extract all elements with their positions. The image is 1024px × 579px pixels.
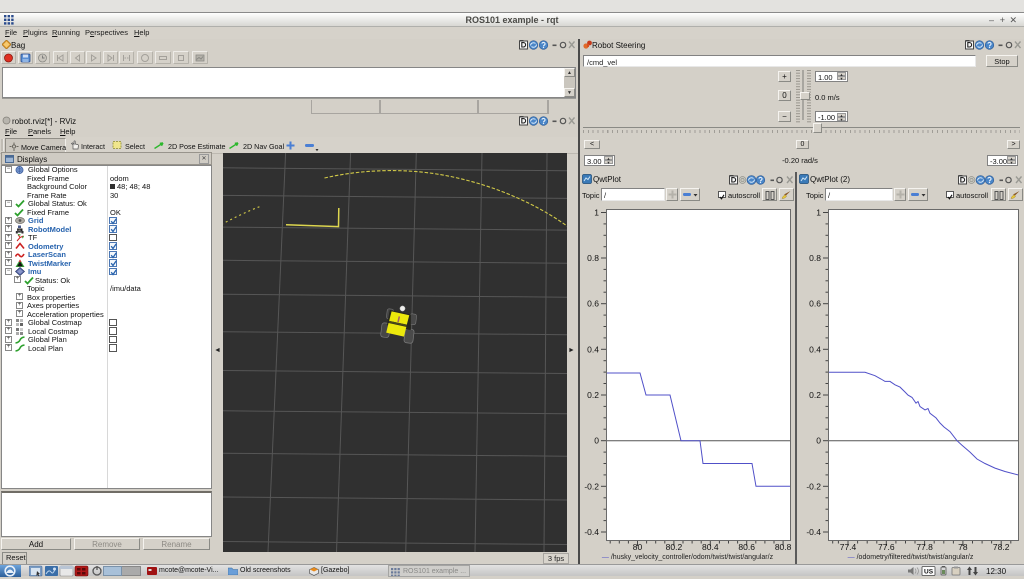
svg-text:80.8: 80.8 [775, 542, 792, 552]
svg-text:-0.2: -0.2 [584, 481, 599, 491]
svg-text:77.4: 77.4 [840, 542, 857, 552]
svg-text:ML: ML [18, 228, 22, 232]
svg-text:80.6: 80.6 [738, 542, 755, 552]
svg-text:-0.4: -0.4 [806, 527, 821, 537]
svg-text:77.6: 77.6 [878, 542, 895, 552]
svg-text:US: US [924, 569, 934, 576]
svg-text:80.2: 80.2 [666, 542, 683, 552]
svg-text:0.2: 0.2 [587, 390, 599, 400]
svg-text:0.8: 0.8 [587, 253, 599, 263]
svg-text:80: 80 [633, 542, 643, 552]
svg-text:1: 1 [594, 208, 599, 218]
svg-text:0: 0 [816, 436, 821, 446]
svg-text:77.8: 77.8 [916, 542, 933, 552]
svg-text:0.6: 0.6 [809, 299, 821, 309]
svg-text:-0.2: -0.2 [806, 481, 821, 491]
svg-text:1: 1 [816, 208, 821, 218]
svg-text:0: 0 [594, 436, 599, 446]
svg-text:78.2: 78.2 [993, 542, 1010, 552]
svg-text:0.8: 0.8 [809, 253, 821, 263]
svg-text:0.4: 0.4 [809, 344, 821, 354]
svg-text:80.4: 80.4 [702, 542, 719, 552]
svg-text:0.4: 0.4 [587, 344, 599, 354]
svg-text:78: 78 [958, 542, 968, 552]
svg-text:-0.4: -0.4 [584, 527, 599, 537]
svg-text:0.6: 0.6 [587, 299, 599, 309]
svg-text:0.2: 0.2 [809, 390, 821, 400]
